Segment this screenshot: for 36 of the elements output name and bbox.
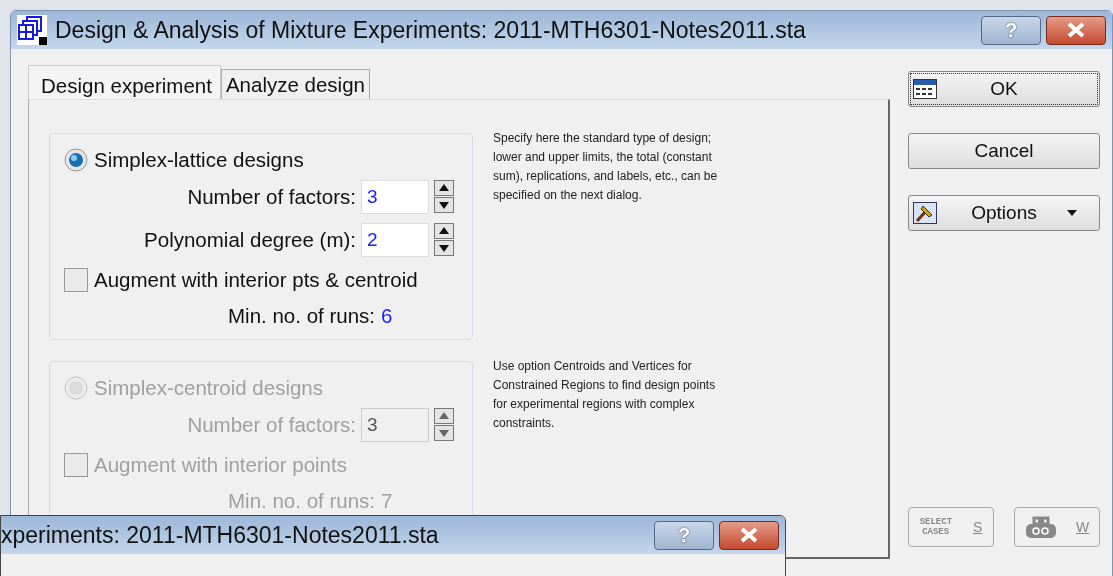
field-label: Number of factors:: [186, 412, 356, 437]
tab[interactable]: Analyze design: [220, 69, 370, 99]
runs-label: Min. no. of runs:: [227, 304, 375, 328]
close-button[interactable]: [1046, 15, 1106, 45]
field-label: Number of factors:: [186, 184, 356, 209]
number-field[interactable]: 2: [361, 222, 429, 257]
window-title: Design & Analysis of Mixture Experiments: 2011-MTH6301-Notes2011.sta: [55, 16, 807, 44]
number-field[interactable]: 3: [361, 179, 429, 214]
close-button[interactable]: [719, 520, 779, 550]
dialog-button[interactable]: Options: [908, 195, 1100, 231]
runs-label: Min. no. of runs:: [227, 489, 375, 513]
window-title: xperiments: 2011-MTH6301-Notes2011.sta: [1, 521, 440, 549]
field-label: Polynomial degree (m):: [143, 227, 356, 252]
spin-down-button[interactable]: [434, 196, 454, 213]
radio-label: Simplex-lattice designs: [94, 148, 304, 172]
radio-button[interactable]: [64, 148, 88, 172]
close-icon: [1066, 22, 1086, 38]
help-text: Specify here the standard type of design; lower and upper limits, the total (constant sum), replications, and labels, etc., can be specified on the next dialog.: [493, 130, 719, 204]
dialog-button[interactable]: Cancel: [908, 133, 1100, 169]
runs-value: 6: [381, 304, 394, 328]
runs-value: 7: [381, 489, 394, 513]
radio-label: Simplex-centroid designs: [94, 376, 324, 400]
spin-up-button[interactable]: [434, 222, 454, 239]
spin-down-button[interactable]: [434, 239, 454, 256]
app-icon: [17, 15, 47, 45]
checkbox[interactable]: [64, 268, 88, 292]
table-icon: [913, 79, 937, 99]
hammer-icon: [913, 202, 937, 224]
close-icon: [739, 527, 759, 543]
checkbox-label: Augment with interior pts & centroid: [94, 268, 418, 292]
caret-icon: [1065, 208, 1079, 218]
tab[interactable]: Design experiment: [28, 65, 221, 99]
checkbox-label: Augment with interior points: [94, 453, 347, 477]
dialog-button[interactable]: OK: [908, 71, 1100, 107]
spin-up-button[interactable]: [434, 179, 454, 196]
help-text: Use option Centroids and Vertices for Constrained Regions to find design points for experimental regions with complex constraints.: [493, 358, 717, 432]
